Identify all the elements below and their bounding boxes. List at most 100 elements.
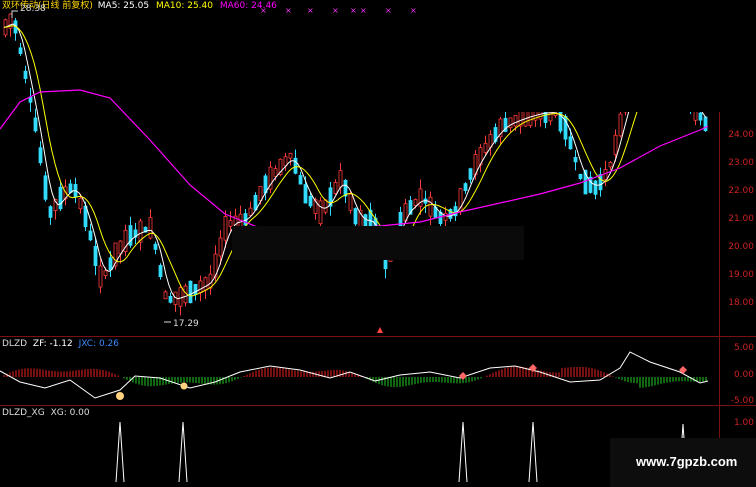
dlzd-buy-icon	[116, 392, 124, 400]
dlzd-diamond-marker	[679, 366, 687, 374]
dlzd-header: DLZD ZF: -1.12 JXC: 0.26	[2, 339, 119, 350]
watermark-text: www.7gpzb.com	[636, 454, 738, 469]
xg-name: DLZD_XG	[2, 408, 45, 418]
candle-body	[178, 287, 183, 307]
candle-body	[343, 179, 348, 197]
candle-body	[333, 181, 338, 194]
candle-body	[193, 284, 198, 295]
candle-body	[33, 117, 38, 132]
candle-body	[443, 212, 448, 221]
candle-body	[513, 115, 518, 127]
candle-body	[603, 169, 608, 181]
candle-body	[288, 152, 293, 159]
candle-body	[258, 185, 263, 202]
candle-body	[323, 199, 328, 213]
dlzd-y-tick: 5.00	[733, 343, 754, 353]
candle-body	[108, 257, 113, 271]
candle-body	[168, 295, 173, 303]
y-tick-label: 24.00	[728, 130, 754, 140]
candle-body	[158, 265, 163, 278]
candle-body	[103, 270, 108, 276]
dlzd-y-tick: 0.00	[733, 370, 754, 380]
xg-signal-spike	[178, 421, 188, 483]
dlzd-y-tick: -5.00	[730, 396, 754, 406]
candle-body	[348, 193, 353, 211]
y-tick-label: 18.00	[728, 298, 754, 308]
signal-marker: ×	[360, 6, 367, 15]
y-tick-label: 20.00	[728, 242, 754, 252]
signal-marker: ×	[285, 6, 292, 15]
candle-body	[318, 200, 323, 225]
signal-marker: ×	[385, 6, 392, 15]
candle-body	[293, 157, 298, 174]
candle-body	[463, 183, 468, 191]
ma5-label: MA5: 25.05	[97, 1, 150, 11]
candle-body	[298, 175, 303, 185]
xg-y-tick: 1.00	[733, 418, 754, 428]
candle-body	[403, 203, 408, 222]
candle-body	[38, 147, 43, 164]
candle-body	[363, 214, 368, 227]
xg-signal-spike	[458, 421, 468, 483]
high-price-label: 28.38	[20, 4, 46, 14]
y-tick-label: 21.00	[728, 214, 754, 224]
candle-body	[18, 47, 23, 54]
candle-body	[428, 196, 433, 217]
low-price-label: 17.29	[173, 319, 199, 329]
candle-body	[608, 161, 613, 168]
candle-body	[613, 134, 618, 155]
signal-marker: ×	[332, 6, 339, 15]
signal-marker: ×	[410, 6, 417, 15]
candle-body	[353, 208, 358, 225]
candle-body	[23, 70, 28, 79]
dlzd-buy-icon	[180, 382, 188, 390]
dlzd-zf: ZF: -1.12	[32, 339, 73, 349]
candle-body	[338, 170, 343, 188]
candle-body	[153, 243, 158, 250]
watermark-box: www.7gpzb.com	[610, 438, 756, 487]
candle-body	[308, 195, 313, 207]
candle-body	[593, 180, 598, 195]
candle-body	[598, 174, 603, 191]
candle-body	[273, 168, 278, 177]
y-tick-label: 23.00	[728, 158, 754, 168]
xg-signal-spike	[528, 421, 538, 483]
ma10-label: MA10: 25.40	[155, 1, 213, 11]
redaction-box-top-right	[427, 0, 756, 112]
y-tick-label: 22.00	[728, 186, 754, 196]
candle-body	[223, 216, 228, 241]
candle-body	[93, 245, 98, 266]
dlzd-name: DLZD	[2, 339, 28, 349]
bottom-marker	[377, 327, 383, 333]
candle-body	[88, 230, 93, 241]
candle-body	[248, 207, 253, 216]
candle-body	[413, 199, 418, 206]
y-tick-label: 19.00	[728, 270, 754, 280]
dlzd-jxc: JXC: 0.26	[78, 339, 120, 349]
candle-body	[198, 280, 203, 293]
ma60-label: MA60: 24.46	[219, 1, 277, 11]
xg-value: XG: 0.00	[50, 408, 90, 418]
xg-signal-spike	[115, 421, 125, 483]
candle-body	[68, 183, 73, 193]
candle-body	[468, 168, 473, 180]
candle-body	[568, 136, 573, 150]
candle-body	[618, 113, 623, 137]
candle-body	[483, 142, 488, 153]
candle-body	[98, 265, 103, 288]
candle-body	[78, 197, 83, 210]
xg-header: DLZD_XG XG: 0.00	[2, 408, 90, 419]
candle-body	[58, 186, 63, 210]
candle-body	[163, 291, 168, 300]
stock-title: 双环传动(日线 前复权)	[2, 1, 93, 11]
candle-body	[218, 237, 223, 257]
candle-body	[43, 175, 48, 200]
high-arrow	[11, 10, 18, 18]
redaction-box-middle	[232, 226, 524, 260]
candle-body	[48, 206, 53, 218]
candle-body	[573, 157, 578, 163]
candle-body	[698, 112, 703, 121]
candle-body	[203, 277, 208, 291]
candle-body	[148, 217, 153, 239]
signal-marker: ×	[350, 6, 357, 15]
